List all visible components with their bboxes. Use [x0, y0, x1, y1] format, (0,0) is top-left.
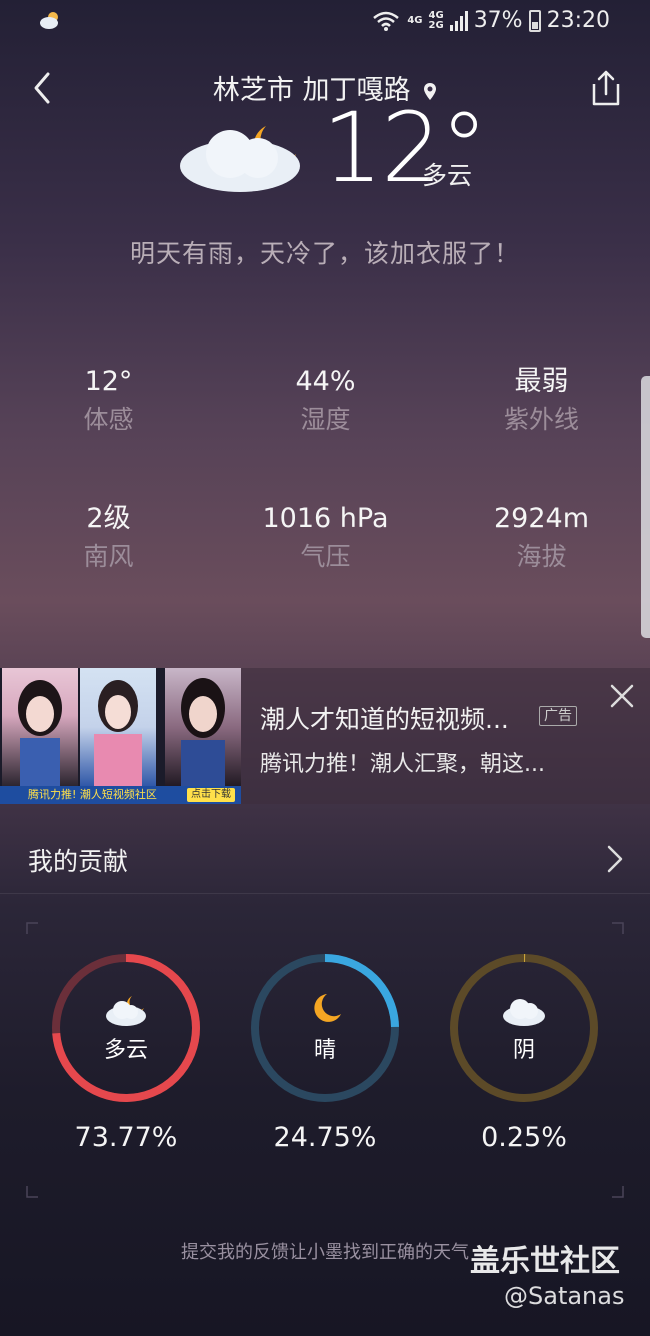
ring-percent: 73.77%: [74, 1122, 178, 1153]
contribution-panel: 多云 73.77% 晴 24.75% 阴 0.25%: [26, 922, 624, 1198]
person-photo-icon: [94, 680, 142, 786]
contribution-clear: 晴 24.75%: [225, 952, 425, 1153]
watermark: 盖乐世社区: [470, 1244, 620, 1279]
detail-pressure: 1016 hPa 气压: [217, 501, 434, 577]
detail-value: 最弱: [514, 366, 569, 397]
detail-value: 12°: [84, 366, 133, 397]
status-right: 4G 4G 2G 37% 23:20: [371, 8, 610, 33]
person-photo-icon: [18, 680, 62, 786]
current-condition: 多云: [422, 161, 473, 190]
ring-percent: 0.25%: [481, 1122, 567, 1153]
ad-photo-1: [2, 668, 78, 786]
chevron-right-icon[interactable]: [600, 842, 630, 876]
ring-label: 多云: [103, 1038, 148, 1063]
ad-banner[interactable]: 腾讯力推! 潮人短视频社区 点击下载: [0, 668, 650, 804]
ring-track: [450, 954, 598, 1102]
contribution-cloudy: 多云 73.77%: [26, 952, 226, 1153]
close-icon[interactable]: [608, 682, 636, 710]
ad-subtitle[interactable]: 腾讯力推！潮人汇聚，朝这...: [260, 746, 545, 778]
scrollbar[interactable]: [641, 376, 650, 638]
detail-uv: 最弱 紫外线: [433, 364, 650, 440]
ad-download-button[interactable]: 点击下载: [187, 788, 235, 802]
detail-value: 44%: [295, 366, 356, 397]
share-button[interactable]: [586, 66, 626, 110]
signal-icon: [449, 10, 468, 31]
detail-feels-like: 12° 体感: [0, 364, 217, 440]
ad-photo-2: [80, 668, 156, 786]
progress-ring: [251, 954, 399, 1102]
detail-value: 2924m: [493, 503, 589, 534]
ad-image[interactable]: 腾讯力推! 潮人短视频社区 点击下载: [0, 668, 241, 804]
detail-label: 气压: [300, 542, 351, 571]
detail-value: 1016 hPa: [262, 503, 389, 534]
detail-label: 湿度: [300, 405, 351, 434]
status-bar: 4G 4G 2G 37% 23:20: [0, 0, 650, 46]
cloud-moon-icon: [180, 126, 300, 192]
detail-label: 紫外线: [503, 405, 579, 434]
network-4g-label: 4G: [407, 14, 423, 26]
detail-value: 2级: [86, 503, 131, 534]
wifi-icon: [373, 11, 400, 31]
battery-icon: [528, 9, 541, 32]
status-weather-icon: [40, 12, 58, 29]
battery-percent: 37%: [473, 8, 523, 33]
clock: 23:20: [546, 8, 610, 33]
watermark-user: @Satanas: [504, 1282, 625, 1310]
progress-ring: [52, 954, 200, 1102]
detail-label: 体感: [83, 405, 134, 434]
ad-tag: 广告: [539, 706, 577, 726]
ad-strip-text: 腾讯力推! 潮人短视频社区: [28, 788, 157, 801]
person-photo-icon: [181, 678, 225, 786]
network-dual-label: 4G 2G: [428, 9, 444, 31]
contribution-overcast: 阴 0.25%: [424, 952, 624, 1153]
ring-label: 晴: [313, 1038, 336, 1063]
detail-label: 海拔: [516, 542, 567, 571]
weather-tip: 明天有雨，天冷了，该加衣服了！: [129, 239, 520, 268]
cloud-moon-icon: [106, 996, 146, 1026]
detail-label: 南风: [83, 542, 134, 571]
cloud-icon: [503, 999, 545, 1026]
ring-label: 阴: [512, 1038, 535, 1063]
ad-photo-3: [165, 668, 241, 786]
my-contribution-label: 我的贡献: [28, 847, 129, 876]
detail-wind: 2级 南风: [0, 501, 217, 577]
ad-title[interactable]: 潮人才知道的短视频...: [260, 700, 509, 736]
ad-strip: 腾讯力推! 潮人短视频社区 点击下载: [0, 786, 241, 804]
ring-percent: 24.75%: [273, 1122, 377, 1153]
detail-altitude: 2924m 海拔: [433, 501, 650, 577]
progress-ring: [450, 954, 598, 1102]
moon-icon: [314, 994, 341, 1022]
detail-humidity: 44% 湿度: [217, 364, 434, 440]
